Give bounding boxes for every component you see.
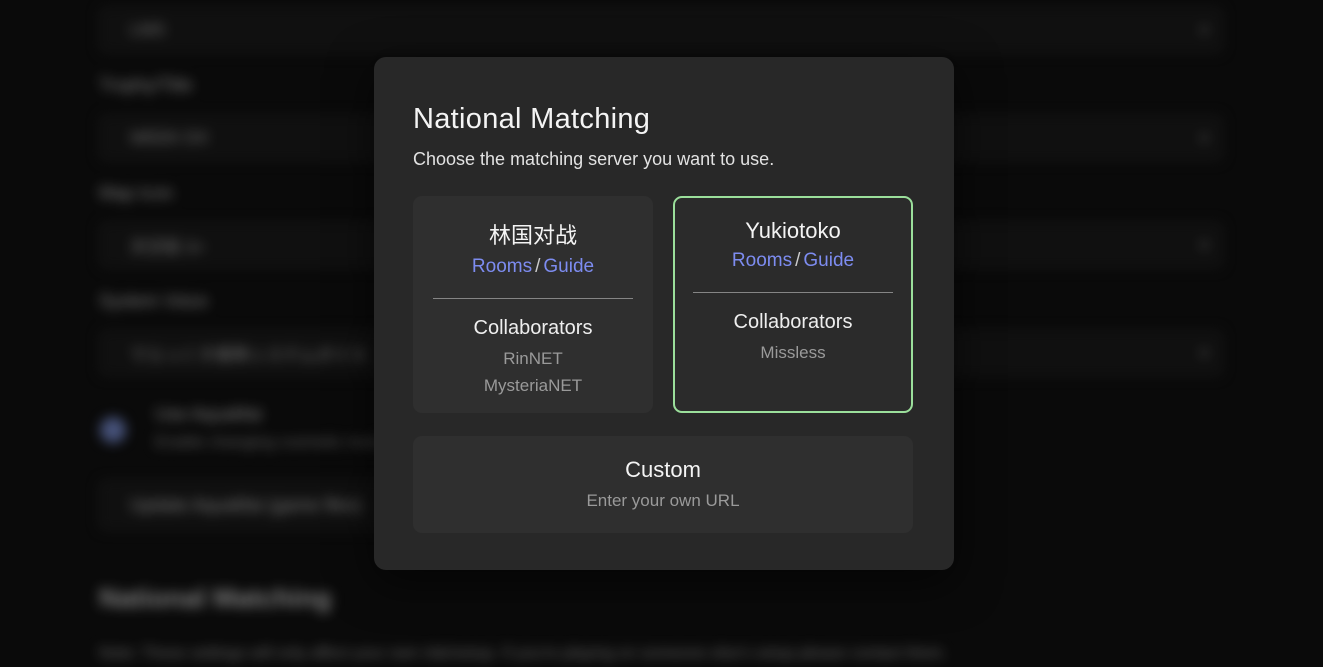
collaborator-name: MysteriaNET	[415, 372, 651, 399]
link-separator: /	[532, 256, 543, 277]
rooms-link[interactable]: Rooms	[732, 250, 792, 271]
modal-title: National Matching	[413, 103, 915, 136]
server-cards-row: 林国对战 Rooms/Guide Collaborators RinNET My…	[413, 196, 915, 413]
server-name: Yukiotoko	[675, 218, 911, 244]
link-separator: /	[792, 250, 803, 271]
card-divider	[433, 298, 633, 299]
custom-server-card[interactable]: Custom Enter your own URL	[413, 436, 913, 533]
server-links: Rooms/Guide	[415, 256, 651, 278]
custom-card-subtitle: Enter your own URL	[413, 491, 913, 511]
card-divider	[693, 292, 893, 293]
collaborators-heading: Collaborators	[415, 317, 651, 340]
modal-subtitle: Choose the matching server you want to u…	[413, 149, 915, 170]
custom-card-title: Custom	[413, 436, 913, 483]
rooms-link[interactable]: Rooms	[472, 256, 532, 277]
guide-link[interactable]: Guide	[543, 256, 594, 277]
collaborators-heading: Collaborators	[675, 311, 911, 334]
guide-link[interactable]: Guide	[803, 250, 854, 271]
collaborators-list: RinNET MysteriaNET	[415, 345, 651, 399]
collaborator-name: Missless	[675, 339, 911, 366]
server-card-yukiotoko[interactable]: Yukiotoko Rooms/Guide Collaborators Miss…	[673, 196, 913, 413]
collaborators-list: Missless	[675, 339, 911, 366]
collaborator-name: RinNET	[415, 345, 651, 372]
national-matching-modal: National Matching Choose the matching se…	[374, 57, 954, 570]
server-card-linguo[interactable]: 林国对战 Rooms/Guide Collaborators RinNET My…	[413, 196, 653, 413]
server-links: Rooms/Guide	[675, 250, 911, 272]
server-name: 林国对战	[415, 218, 651, 250]
